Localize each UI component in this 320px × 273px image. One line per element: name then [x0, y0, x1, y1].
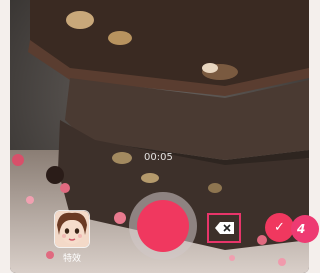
confirm-button[interactable]: ✓ — [265, 213, 294, 242]
step-badge: 4 — [291, 215, 319, 243]
backspace-icon — [214, 222, 234, 234]
delete-segment-button[interactable] — [207, 213, 241, 243]
face-avatar-icon — [54, 210, 90, 248]
check-icon: ✓ — [274, 220, 285, 235]
recording-timer: 00:05 — [144, 152, 173, 163]
effects-label: 特效 — [62, 254, 81, 264]
camera-screen: 00:05 特效 ✓ — [10, 0, 309, 273]
effects-button[interactable]: 特效 — [52, 210, 92, 266]
record-button-core — [137, 200, 189, 252]
record-button[interactable] — [129, 192, 197, 260]
